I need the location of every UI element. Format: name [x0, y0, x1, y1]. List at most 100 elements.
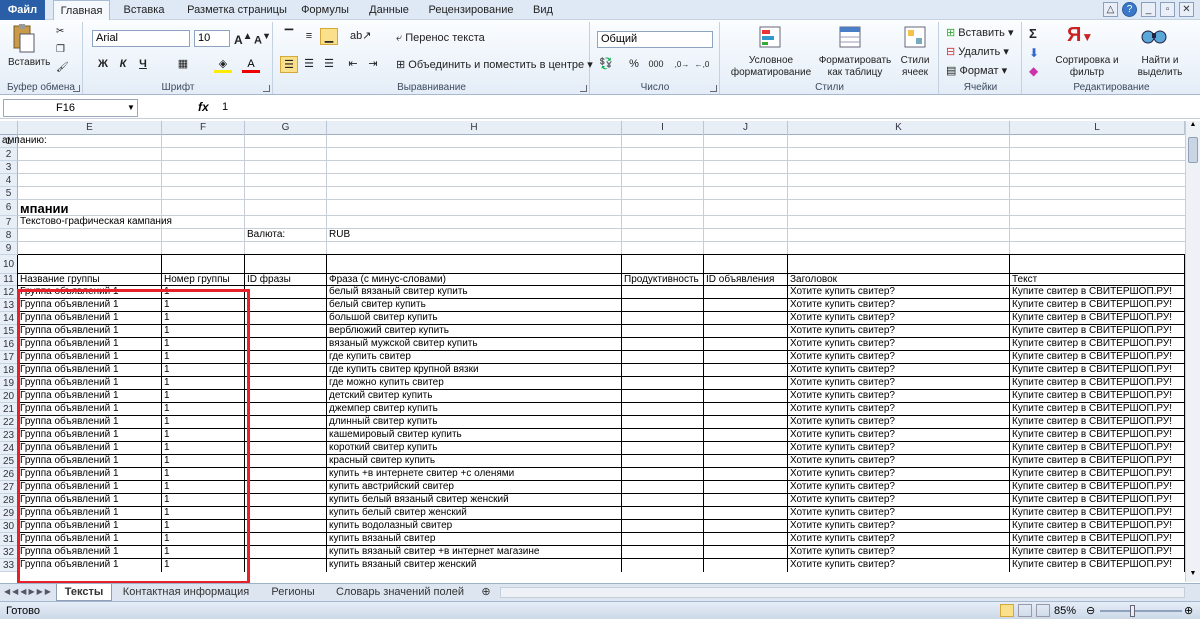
- orientation-icon[interactable]: ab↗: [350, 28, 371, 45]
- row-header[interactable]: 3: [0, 161, 18, 174]
- tab-file[interactable]: Файл: [0, 0, 45, 20]
- tab-insert[interactable]: Вставка: [116, 0, 172, 20]
- column-header-k[interactable]: K: [788, 121, 1010, 135]
- row-header[interactable]: 24: [0, 442, 18, 455]
- align-bottom-icon[interactable]: ▁: [320, 28, 338, 45]
- fill-color-icon[interactable]: ◈: [214, 56, 232, 73]
- row-header[interactable]: 17: [0, 351, 18, 364]
- tab-page-layout[interactable]: Разметка страницы: [180, 0, 294, 20]
- insert-cells-button[interactable]: ⊞ Вставить ▾: [946, 26, 1014, 39]
- number-format-select[interactable]: Общий: [597, 31, 713, 48]
- font-name-select[interactable]: Arial: [92, 30, 190, 47]
- fill-icon[interactable]: ⬇: [1029, 46, 1039, 60]
- row-header[interactable]: 30: [0, 520, 18, 533]
- bold-button[interactable]: Ж: [94, 56, 112, 73]
- tab-review[interactable]: Рецензирование: [424, 0, 518, 20]
- increase-decimal-icon[interactable]: ,0→: [673, 56, 691, 73]
- find-select-button[interactable]: Найти и выделить: [1123, 55, 1197, 79]
- help-icon[interactable]: ?: [1122, 2, 1137, 17]
- row-header[interactable]: 31: [0, 533, 18, 546]
- row-header[interactable]: 18: [0, 364, 18, 377]
- zoom-out-icon[interactable]: ⊖: [1086, 604, 1095, 617]
- conditional-format-button[interactable]: Условное форматирование: [725, 55, 817, 79]
- new-sheet-icon[interactable]: ⊕: [476, 584, 496, 601]
- increase-indent-icon[interactable]: ⇥: [364, 56, 382, 73]
- font-size-select[interactable]: 10: [194, 30, 230, 47]
- wrap-text-button[interactable]: ⤶ Перенос текста: [396, 32, 485, 45]
- row-header[interactable]: 6: [0, 200, 18, 216]
- autosum-button[interactable]: Σ: [1029, 26, 1037, 41]
- row-header[interactable]: 15: [0, 325, 18, 338]
- row-header[interactable]: 19: [0, 377, 18, 390]
- font-color-icon[interactable]: A: [242, 56, 260, 73]
- normal-view-icon[interactable]: [1000, 604, 1014, 617]
- format-painter-icon[interactable]: 🖌: [56, 62, 69, 73]
- row-header[interactable]: 8: [0, 229, 18, 242]
- cell-styles-button[interactable]: Стили ячеек: [893, 55, 937, 79]
- row-header[interactable]: 22: [0, 416, 18, 429]
- zoom-slider-thumb[interactable]: [1130, 605, 1135, 617]
- row-header[interactable]: 7: [0, 216, 18, 229]
- scroll-down-icon[interactable]: ▼: [1187, 570, 1199, 582]
- row-header[interactable]: 12: [0, 286, 18, 299]
- alignment-launcher-icon[interactable]: [580, 85, 587, 92]
- sheet-tab-dictionary[interactable]: Словарь значений полей: [330, 584, 470, 601]
- merge-center-button[interactable]: ⊞ Объединить и поместить в центре ▾: [396, 58, 593, 71]
- row-header[interactable]: 28: [0, 494, 18, 507]
- sheet-nav-arrows-icon[interactable]: ◀◀◀▶▶▶: [4, 587, 53, 596]
- italic-button[interactable]: К: [114, 56, 132, 73]
- paste-button[interactable]: Вставить: [8, 57, 50, 68]
- percent-button[interactable]: %: [625, 56, 643, 73]
- zoom-in-icon[interactable]: ⊕: [1184, 604, 1193, 617]
- align-middle-icon[interactable]: ≡: [300, 28, 318, 45]
- select-all-corner[interactable]: [0, 121, 18, 135]
- row-header[interactable]: 26: [0, 468, 18, 481]
- decrease-decimal-icon[interactable]: ←,0: [693, 56, 711, 73]
- copy-icon[interactable]: ❐: [56, 44, 65, 55]
- column-header-g[interactable]: G: [245, 121, 327, 135]
- clear-icon[interactable]: ◆: [1029, 64, 1038, 78]
- row-header[interactable]: 16: [0, 338, 18, 351]
- zoom-slider[interactable]: [1100, 610, 1182, 612]
- column-header-l[interactable]: L: [1010, 121, 1185, 135]
- row-header[interactable]: 20: [0, 390, 18, 403]
- align-top-icon[interactable]: ▔: [280, 28, 298, 45]
- row-header[interactable]: 32: [0, 546, 18, 559]
- row-header[interactable]: 14: [0, 312, 18, 325]
- row-header[interactable]: 13: [0, 299, 18, 312]
- row-header[interactable]: 27: [0, 481, 18, 494]
- delete-cells-button[interactable]: ⊟ Удалить ▾: [946, 45, 1009, 58]
- tab-data[interactable]: Данные: [362, 0, 416, 20]
- scroll-thumb[interactable]: [1188, 137, 1198, 163]
- row-header[interactable]: 9: [0, 242, 18, 255]
- column-header-i[interactable]: I: [622, 121, 704, 135]
- minimize-window-icon[interactable]: _: [1141, 2, 1156, 17]
- scroll-up-icon[interactable]: ▲: [1187, 121, 1199, 133]
- horizontal-scrollbar[interactable]: [500, 587, 1185, 598]
- row-header[interactable]: 25: [0, 455, 18, 468]
- tab-formulas[interactable]: Формулы: [296, 0, 354, 20]
- row-header[interactable]: 33: [0, 559, 18, 572]
- row-header[interactable]: 4: [0, 174, 18, 187]
- row-header[interactable]: 23: [0, 429, 18, 442]
- row-header[interactable]: 21: [0, 403, 18, 416]
- restore-window-icon[interactable]: ▫: [1160, 2, 1175, 17]
- underline-button[interactable]: Ч: [134, 56, 152, 73]
- column-header-e[interactable]: E: [18, 121, 162, 135]
- sort-filter-button[interactable]: Сортировка и фильтр: [1051, 55, 1123, 79]
- row-header[interactable]: 29: [0, 507, 18, 520]
- formula-input[interactable]: 1: [222, 101, 228, 113]
- align-left-icon[interactable]: ☰: [280, 56, 298, 73]
- grow-font-icon[interactable]: A▲: [234, 31, 253, 47]
- shrink-font-icon[interactable]: A▼: [254, 31, 271, 47]
- currency-format-icon[interactable]: 💱: [597, 56, 615, 73]
- close-window-icon[interactable]: ✕: [1179, 2, 1194, 17]
- column-header-h[interactable]: H: [327, 121, 622, 135]
- paste-icon[interactable]: [10, 24, 36, 54]
- sheet-tab-contacts[interactable]: Контактная информация: [116, 584, 256, 601]
- format-as-table-button[interactable]: Форматировать как таблицу: [817, 55, 893, 79]
- sheet-tab-regions[interactable]: Регионы: [260, 584, 326, 601]
- column-header-f[interactable]: F: [162, 121, 245, 135]
- tab-view[interactable]: Вид: [526, 0, 560, 20]
- thousands-button[interactable]: 000: [645, 56, 667, 73]
